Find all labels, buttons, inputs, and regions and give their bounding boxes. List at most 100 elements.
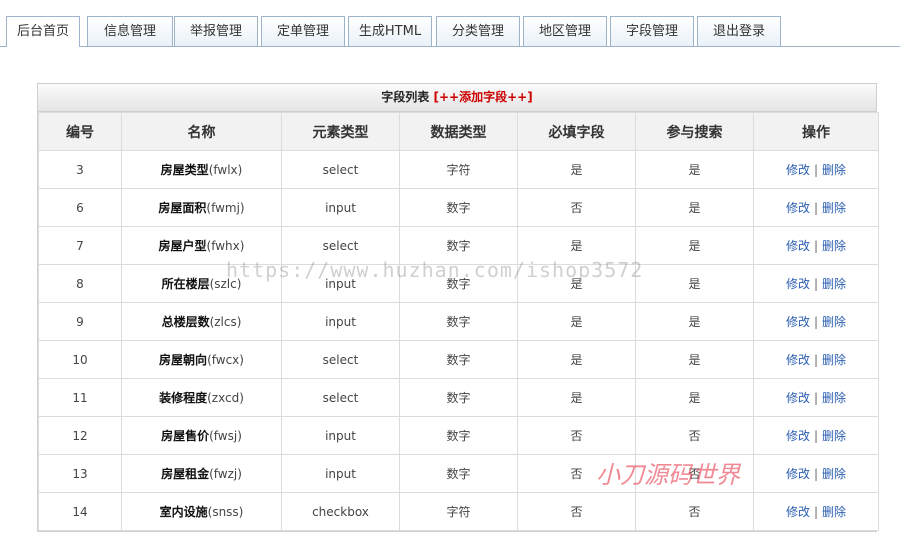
col-header-id: 编号 [38, 112, 122, 151]
cell-actions: 修改 | 删除 [753, 340, 879, 379]
cell-name: 房屋面积(fwmj) [121, 188, 282, 227]
cell-searchable: 是 [635, 150, 754, 189]
edit-link[interactable]: 修改 [786, 353, 810, 367]
action-separator: | [813, 163, 819, 177]
cell-name: 室内设施(snss) [121, 492, 282, 531]
table-row: 3 房屋类型(fwlx) select 字符是是修改 | 删除 [38, 150, 879, 189]
cell-element-type: input [281, 416, 400, 455]
field-code: (zlcs) [209, 315, 242, 329]
action-separator: | [813, 391, 819, 405]
delete-link[interactable]: 删除 [822, 277, 846, 291]
cell-id: 12 [38, 416, 122, 455]
tab-field-management[interactable]: 字段管理 [610, 16, 694, 46]
cell-required: 否 [517, 188, 636, 227]
cell-data-type: 数字 [399, 188, 518, 227]
edit-link[interactable]: 修改 [786, 429, 810, 443]
field-name: 装修程度 [159, 391, 208, 405]
cell-name: 房屋类型(fwlx) [121, 150, 282, 189]
col-header-searchable: 参与搜索 [635, 112, 754, 151]
cell-actions: 修改 | 删除 [753, 416, 879, 455]
cell-actions: 修改 | 删除 [753, 150, 879, 189]
action-separator: | [813, 505, 819, 519]
edit-link[interactable]: 修改 [786, 391, 810, 405]
cell-searchable: 否 [635, 416, 754, 455]
delete-link[interactable]: 删除 [822, 315, 846, 329]
tab-report-management[interactable]: 举报管理 [174, 16, 258, 46]
field-name: 房屋售价 [161, 429, 210, 443]
cell-data-type: 字符 [399, 492, 518, 531]
cell-id: 10 [38, 340, 122, 379]
cell-id: 13 [38, 454, 122, 493]
edit-link[interactable]: 修改 [786, 163, 810, 177]
field-name: 房屋类型 [160, 163, 209, 177]
field-code: (fwlx) [208, 163, 243, 177]
col-header-name: 名称 [121, 112, 282, 151]
action-separator: | [813, 429, 819, 443]
cell-required: 是 [517, 340, 636, 379]
edit-link[interactable]: 修改 [786, 467, 810, 481]
field-name: 房屋户型 [158, 239, 207, 253]
brand-watermark: 小刀源码世界 [596, 461, 740, 489]
table-row: 13 房屋租金(fwzj) input 数字否否修改 | 删除 [38, 454, 879, 493]
field-name: 房屋面积 [158, 201, 207, 215]
top-nav-tabs: 后台首页 信息管理 举报管理 定单管理 生成HTML 分类管理 地区管理 字段管… [0, 0, 900, 47]
delete-link[interactable]: 删除 [822, 505, 846, 519]
tab-region-management[interactable]: 地区管理 [523, 16, 607, 46]
action-separator: | [813, 353, 819, 367]
cell-searchable: 是 [635, 340, 754, 379]
table-row: 11 装修程度(zxcd) select 数字是是修改 | 删除 [38, 378, 879, 417]
field-name: 室内设施 [159, 505, 208, 519]
delete-link[interactable]: 删除 [822, 467, 846, 481]
cell-element-type: input [281, 454, 400, 493]
delete-link[interactable]: 删除 [822, 429, 846, 443]
tab-category-management[interactable]: 分类管理 [436, 16, 520, 46]
cell-id: 6 [38, 188, 122, 227]
cell-data-type: 数字 [399, 416, 518, 455]
tab-generate-html[interactable]: 生成HTML [348, 16, 432, 46]
cell-data-type: 数字 [399, 454, 518, 493]
cell-id: 14 [38, 492, 122, 531]
edit-link[interactable]: 修改 [786, 315, 810, 329]
cell-actions: 修改 | 删除 [753, 188, 879, 227]
cell-name: 房屋售价(fwsj) [121, 416, 282, 455]
edit-link[interactable]: 修改 [786, 239, 810, 253]
cell-id: 8 [38, 264, 122, 303]
edit-link[interactable]: 修改 [786, 201, 810, 215]
col-header-required: 必填字段 [517, 112, 636, 151]
tab-info-management[interactable]: 信息管理 [87, 16, 173, 46]
tab-order-management[interactable]: 定单管理 [261, 16, 345, 46]
delete-link[interactable]: 删除 [822, 239, 846, 253]
url-watermark: https://www.huzhan.com/ishop3572 [226, 258, 644, 282]
cell-id: 9 [38, 302, 122, 341]
delete-link[interactable]: 删除 [822, 163, 846, 177]
edit-link[interactable]: 修改 [786, 505, 810, 519]
edit-link[interactable]: 修改 [786, 277, 810, 291]
delete-link[interactable]: 删除 [822, 201, 846, 215]
delete-link[interactable]: 删除 [822, 353, 846, 367]
field-code: (fwmj) [206, 201, 245, 215]
action-separator: | [813, 467, 819, 481]
cell-name: 装修程度(zxcd) [121, 378, 282, 417]
field-name: 所在楼层 [161, 277, 210, 291]
cell-data-type: 数字 [399, 378, 518, 417]
tab-home[interactable]: 后台首页 [6, 16, 80, 47]
cell-name: 房屋租金(fwzj) [121, 454, 282, 493]
cell-element-type: input [281, 188, 400, 227]
cell-required: 否 [517, 416, 636, 455]
action-separator: | [813, 315, 819, 329]
delete-link[interactable]: 删除 [822, 391, 846, 405]
cell-element-type: select [281, 378, 400, 417]
tab-logout[interactable]: 退出登录 [697, 16, 781, 46]
action-separator: | [813, 201, 819, 215]
cell-element-type: checkbox [281, 492, 400, 531]
action-separator: | [813, 277, 819, 291]
add-field-link[interactable]: [++添加字段++] [434, 90, 533, 104]
cell-actions: 修改 | 删除 [753, 264, 879, 303]
cell-actions: 修改 | 删除 [753, 226, 879, 265]
cell-element-type: select [281, 340, 400, 379]
cell-actions: 修改 | 删除 [753, 492, 879, 531]
cell-searchable: 是 [635, 302, 754, 341]
cell-name: 总楼层数(zlcs) [121, 302, 282, 341]
table-row: 14 室内设施(snss) checkbox 字符否否修改 | 删除 [38, 492, 879, 531]
cell-searchable: 是 [635, 264, 754, 303]
